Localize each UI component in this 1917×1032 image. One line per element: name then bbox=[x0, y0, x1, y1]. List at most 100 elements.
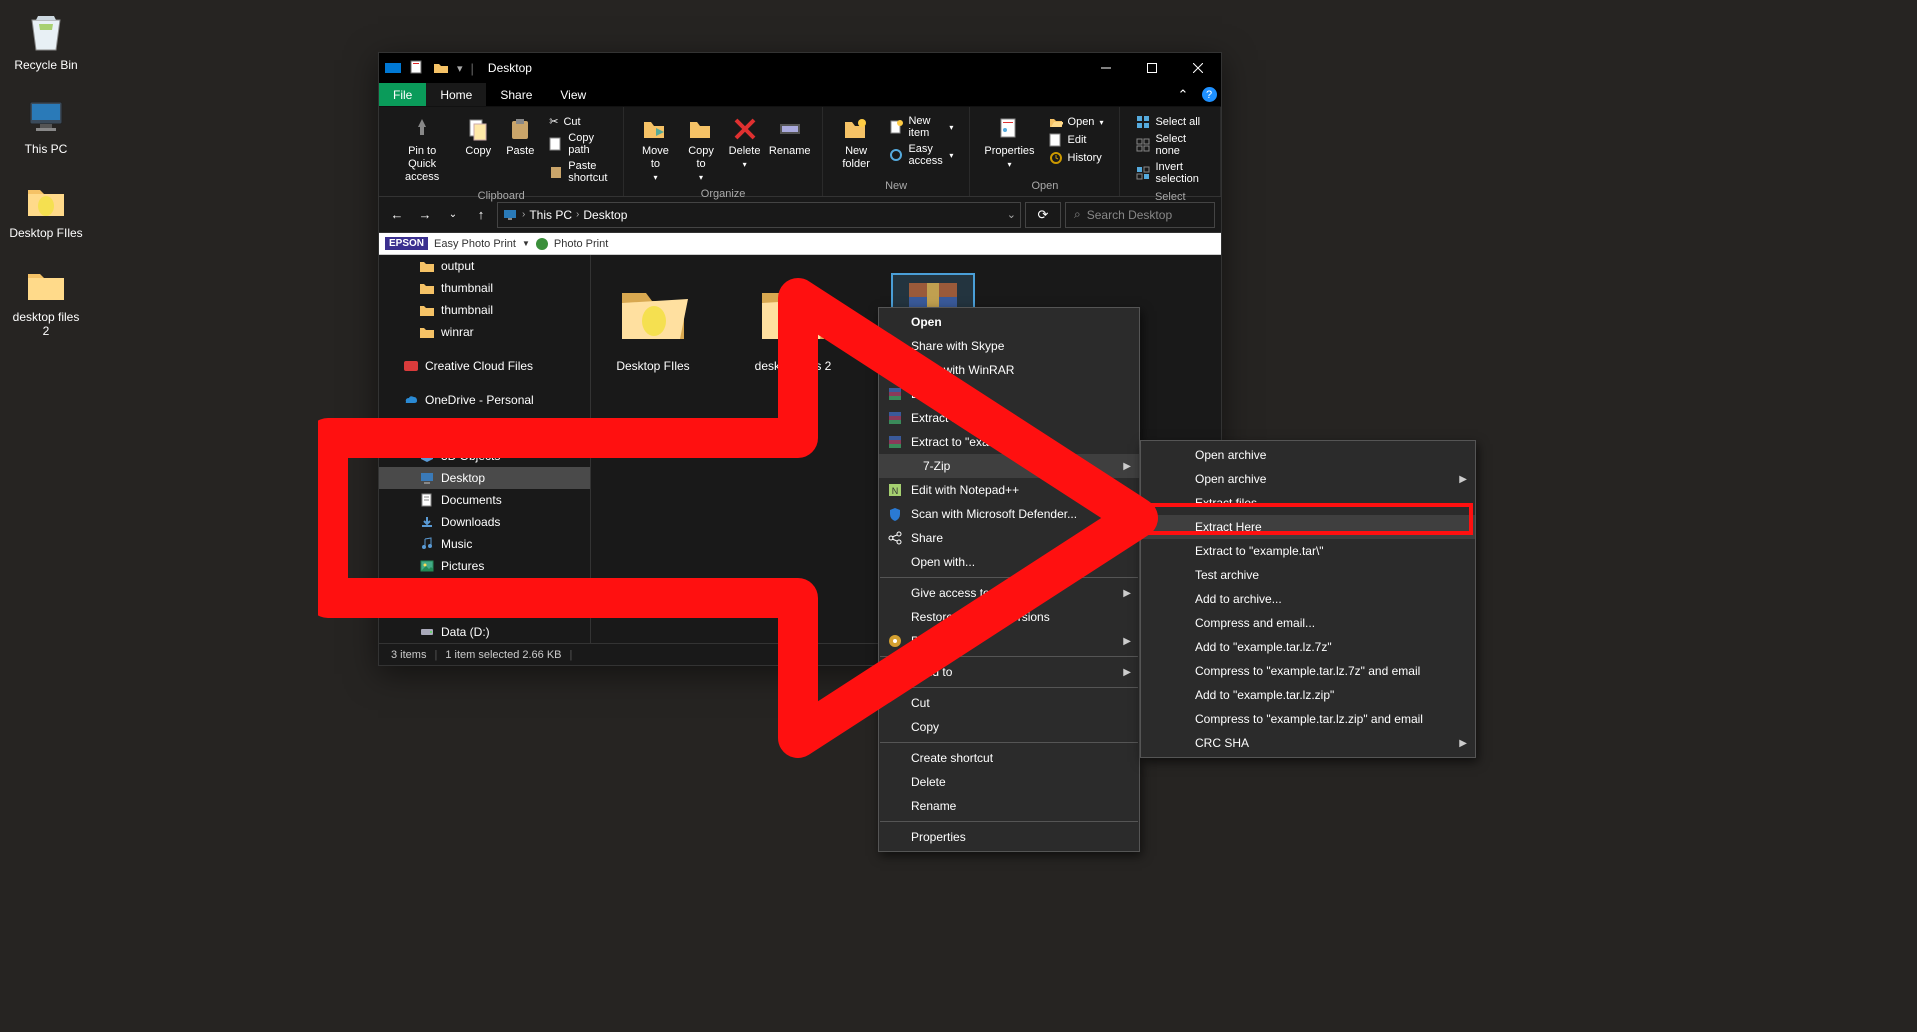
paste-button[interactable]: Paste bbox=[499, 111, 541, 160]
crumb-this-pc[interactable]: This PC bbox=[529, 208, 572, 222]
chevron-right-icon[interactable]: › bbox=[522, 209, 525, 220]
move-to-button[interactable]: Move to▾ bbox=[632, 111, 678, 186]
copy-path-button[interactable]: Copy path bbox=[545, 130, 611, 158]
copy-to-button[interactable]: Copy to▾ bbox=[679, 111, 724, 186]
tree-item-videos[interactable]: Videos bbox=[379, 577, 590, 599]
tree-item-this-pc[interactable]: This PC bbox=[379, 423, 590, 445]
properties-qat-icon[interactable] bbox=[409, 60, 425, 76]
close-button[interactable] bbox=[1175, 53, 1221, 83]
qat-dropdown-icon[interactable]: ▾ bbox=[457, 62, 463, 75]
menu-item-create-shortcut[interactable]: Create shortcut bbox=[879, 746, 1139, 770]
tree-item-thumbnail[interactable]: thumbnail bbox=[379, 299, 590, 321]
menu-item-rename[interactable]: Rename bbox=[879, 794, 1139, 818]
epson-toolbar[interactable]: EPSON Easy Photo Print ▼ Photo Print bbox=[379, 233, 1221, 255]
tree-item-acer-c-[interactable]: Acer (C:) bbox=[379, 599, 590, 621]
search-input[interactable]: ⌕ Search Desktop bbox=[1065, 202, 1215, 228]
desktop-icon-this-pc[interactable]: This PC bbox=[8, 92, 84, 156]
folder-qat-icon[interactable] bbox=[433, 60, 449, 76]
tree-item-downloads[interactable]: Downloads bbox=[379, 511, 590, 533]
menu-item-share-with-skype[interactable]: SShare with Skype bbox=[879, 334, 1139, 358]
select-all-button[interactable]: Select all bbox=[1132, 113, 1208, 131]
menu-item-add-to-example-tar-lz-zip-[interactable]: Add to "example.tar.lz.zip" bbox=[1141, 683, 1475, 707]
crumb-desktop[interactable]: Desktop bbox=[583, 208, 627, 222]
tab-file[interactable]: File bbox=[379, 83, 426, 106]
menu-item-open-archive[interactable]: Open archive bbox=[1141, 443, 1475, 467]
maximize-button[interactable] bbox=[1129, 53, 1175, 83]
menu-item-crc-sha[interactable]: CRC SHA▶ bbox=[1141, 731, 1475, 755]
pin-button[interactable]: Pin to Quick access bbox=[387, 111, 457, 186]
menu-item-extract-files-[interactable]: Extract files... bbox=[879, 382, 1139, 406]
menu-item-7-zip[interactable]: 7-Zip▶ bbox=[879, 454, 1139, 478]
epson-photo-label[interactable]: Photo Print bbox=[554, 238, 608, 250]
tree-item-onedrive-personal[interactable]: OneDrive - Personal bbox=[379, 389, 590, 411]
menu-item-restore-previous-versions[interactable]: Restore previous versions bbox=[879, 605, 1139, 629]
tree-item-thumbnail[interactable]: thumbnail bbox=[379, 277, 590, 299]
file-item-desktop-files[interactable]: Desktop FIles bbox=[603, 275, 703, 373]
menu-item-delete[interactable]: Delete bbox=[879, 770, 1139, 794]
menu-item-open-archive[interactable]: Open archive▶ bbox=[1141, 467, 1475, 491]
tab-home[interactable]: Home bbox=[426, 83, 486, 106]
menu-item-extract-files-[interactable]: Extract files... bbox=[1141, 491, 1475, 515]
tree-item-data-d-[interactable]: Data (D:) bbox=[379, 621, 590, 643]
menu-item-extract-here[interactable]: Extract Here bbox=[1141, 515, 1475, 539]
properties-button[interactable]: Properties▾ bbox=[978, 111, 1040, 173]
tree-item-music[interactable]: Music bbox=[379, 533, 590, 555]
rename-button[interactable]: Rename bbox=[766, 111, 814, 160]
select-none-button[interactable]: Select none bbox=[1132, 131, 1208, 159]
menu-item-test-archive[interactable]: Test archive bbox=[1141, 563, 1475, 587]
open-button[interactable]: Open ▾ bbox=[1045, 113, 1108, 131]
menu-item-compress-and-email-[interactable]: Compress and email... bbox=[1141, 611, 1475, 635]
paste-shortcut-button[interactable]: Paste shortcut bbox=[545, 158, 611, 186]
tree-item-pictures[interactable]: Pictures bbox=[379, 555, 590, 577]
dropdown-icon[interactable]: ▼ bbox=[522, 239, 530, 248]
menu-item-properties[interactable]: Properties bbox=[879, 825, 1139, 849]
desktop-icon-recycle-bin[interactable]: Recycle Bin bbox=[8, 8, 84, 72]
chevron-down-icon[interactable]: ⌄ bbox=[1007, 208, 1016, 221]
menu-item-give-access-to[interactable]: Give access to▶ bbox=[879, 581, 1139, 605]
help-button[interactable]: ? bbox=[1197, 83, 1221, 106]
new-folder-button[interactable]: New folder bbox=[831, 111, 882, 173]
breadcrumb[interactable]: › This PC › Desktop ⌄ bbox=[497, 202, 1021, 228]
menu-item-open-with-[interactable]: Open with... bbox=[879, 550, 1139, 574]
menu-item-open-with-winrar[interactable]: Open with WinRAR bbox=[879, 358, 1139, 382]
tree-item-output[interactable]: output bbox=[379, 255, 590, 277]
tree-item-documents[interactable]: Documents bbox=[379, 489, 590, 511]
menu-item-copy[interactable]: Copy bbox=[879, 715, 1139, 739]
desktop-icon-folder[interactable]: Desktop FIles bbox=[8, 176, 84, 240]
menu-item-open[interactable]: Open bbox=[879, 310, 1139, 334]
desktop-icon-folder-2[interactable]: desktop files 2 bbox=[8, 260, 84, 338]
copy-button[interactable]: Copy bbox=[457, 111, 499, 160]
menu-item-compress-to-example-tar-lz-7z-and-email[interactable]: Compress to "example.tar.lz.7z" and emai… bbox=[1141, 659, 1475, 683]
collapse-ribbon-icon[interactable]: ⌃ bbox=[1169, 83, 1197, 106]
tab-view[interactable]: View bbox=[546, 83, 600, 106]
refresh-button[interactable]: ⟳ bbox=[1025, 202, 1061, 228]
epson-easy-label[interactable]: Easy Photo Print bbox=[434, 238, 516, 250]
invert-selection-button[interactable]: Invert selection bbox=[1132, 159, 1208, 187]
titlebar[interactable]: ▾ | Desktop bbox=[379, 53, 1221, 83]
menu-item-share[interactable]: Share bbox=[879, 526, 1139, 550]
easy-access-button[interactable]: Easy access ▾ bbox=[885, 141, 957, 169]
edit-button[interactable]: Edit bbox=[1045, 131, 1108, 149]
menu-item-extract-here[interactable]: Extract Here bbox=[879, 406, 1139, 430]
file-item-desktop-files-2[interactable]: desktop files 2 bbox=[743, 275, 843, 373]
menu-item-send-to[interactable]: Send to▶ bbox=[879, 660, 1139, 684]
history-button[interactable]: History bbox=[1045, 149, 1108, 167]
menu-item-add-to-archive-[interactable]: Add to archive... bbox=[1141, 587, 1475, 611]
menu-item-compress-to-example-tar-lz-zip-and-email[interactable]: Compress to "example.tar.lz.zip" and ema… bbox=[1141, 707, 1475, 731]
menu-item-scan-with-microsoft-defender-[interactable]: Scan with Microsoft Defender... bbox=[879, 502, 1139, 526]
chevron-right-icon[interactable]: › bbox=[576, 209, 579, 220]
delete-button[interactable]: Delete▾ bbox=[724, 111, 766, 173]
forward-button[interactable]: → bbox=[413, 203, 437, 227]
back-button[interactable]: ← bbox=[385, 203, 409, 227]
tab-share[interactable]: Share bbox=[486, 83, 546, 106]
menu-item-poweriso[interactable]: PowerISO▶ bbox=[879, 629, 1139, 653]
new-item-button[interactable]: New item ▾ bbox=[885, 113, 957, 141]
menu-item-cut[interactable]: Cut bbox=[879, 691, 1139, 715]
minimize-button[interactable] bbox=[1083, 53, 1129, 83]
recent-button[interactable]: ⌄ bbox=[441, 203, 465, 227]
navigation-pane[interactable]: outputthumbnailthumbnailwinrarCreative C… bbox=[379, 255, 591, 643]
menu-item-add-to-example-tar-lz-7z-[interactable]: Add to "example.tar.lz.7z" bbox=[1141, 635, 1475, 659]
tree-item-3d-objects[interactable]: 3D Objects bbox=[379, 445, 590, 467]
tree-item-winrar[interactable]: winrar bbox=[379, 321, 590, 343]
menu-item-edit-with-notepad-[interactable]: NEdit with Notepad++ bbox=[879, 478, 1139, 502]
